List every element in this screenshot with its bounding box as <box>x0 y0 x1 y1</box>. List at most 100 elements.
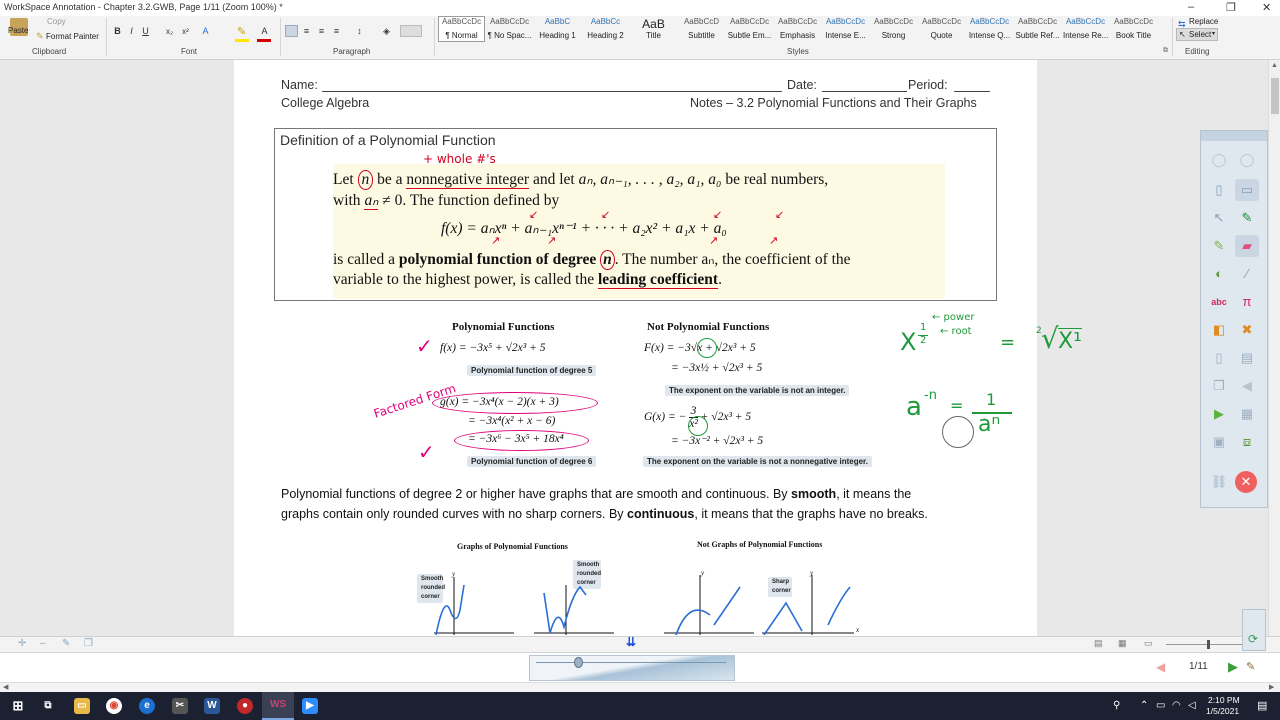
copy-page-icon[interactable]: ❐ <box>1207 375 1231 397</box>
pen-tool-icon[interactable]: ✎ <box>1235 207 1259 229</box>
page-tools-icon[interactable]: ✎ <box>1246 660 1255 673</box>
previous-page-icon[interactable]: ◀ <box>1235 375 1259 397</box>
notifications-icon[interactable]: ▤ <box>1257 699 1267 712</box>
wifi-icon[interactable]: ◠ <box>1172 700 1181 711</box>
style-subtle-reference[interactable]: AaBbCcDc Subtle Ref... <box>1014 16 1061 42</box>
page[interactable]: Name: Date: Period: College Algebra Note… <box>234 60 1082 636</box>
style-emphasis[interactable]: AaBbCcDc Emphasis <box>774 16 821 42</box>
add-page-icon[interactable]: ✛ <box>18 638 26 649</box>
redo-icon[interactable]: ◯ <box>1235 149 1259 171</box>
page-navigator-track[interactable] <box>536 662 726 663</box>
read-mode-icon[interactable]: ▤ <box>1094 638 1103 649</box>
windows-start-icon[interactable]: ⊞ <box>10 698 26 714</box>
palette-toggle[interactable]: ⟳ <box>1242 609 1266 651</box>
snipping-tool-icon[interactable]: ✂ <box>172 698 188 714</box>
word-icon[interactable]: W <box>204 698 220 714</box>
next-page-icon[interactable]: ▶ <box>1207 403 1231 425</box>
select-button[interactable]: ↖ Select ▾ <box>1176 28 1218 41</box>
document-area[interactable]: Name: Date: Period: College Algebra Note… <box>0 60 1268 636</box>
scroll-up-icon[interactable]: ▲ <box>1271 62 1278 69</box>
share-icon[interactable]: ⧈ <box>1235 431 1259 453</box>
tray-chevron-icon[interactable]: ⌃ <box>1140 700 1148 711</box>
blank-page-icon[interactable]: ▯ <box>1207 347 1231 369</box>
style-intense-reference[interactable]: AaBbCcDc Intense Re... <box>1062 16 1109 42</box>
style-strong[interactable]: AaBbCcDc Strong <box>870 16 917 42</box>
format-painter-button[interactable]: Format Painter <box>46 32 99 41</box>
styles-dialog-launcher-icon[interactable]: ⧉ <box>1163 47 1168 55</box>
zoom-slider[interactable] <box>1166 644 1242 645</box>
style-no-spacing[interactable]: AaBbCcDc ¶ No Spac... <box>486 16 533 42</box>
shading-icon[interactable]: ◈ <box>381 26 392 37</box>
person-icon[interactable]: ⚲ <box>1113 700 1120 711</box>
superscript-button[interactable]: x² <box>180 26 191 37</box>
close-button[interactable]: ✕ <box>1262 1 1271 14</box>
style-intense-quote[interactable]: AaBbCcDc Intense Q... <box>966 16 1013 42</box>
workspace-taskbar-button[interactable]: WS <box>262 692 294 720</box>
vertical-scrollbar[interactable]: ▲ <box>1268 60 1280 636</box>
line-spacing-icon[interactable]: ↕ <box>354 26 365 37</box>
page-settings-icon[interactable]: ▤ <box>1235 347 1259 369</box>
shapes-icon[interactable]: ◐ <box>1207 263 1231 285</box>
style-heading-2[interactable]: AaBbCc Heading 2 <box>582 16 629 42</box>
zoom-app-icon[interactable]: ▶ <box>302 698 318 714</box>
eraser-icon[interactable]: ▰ <box>1235 235 1259 257</box>
date-field-line[interactable] <box>822 91 907 92</box>
style-quote[interactable]: AaBbCcDc Quote <box>918 16 965 42</box>
paste-button[interactable]: Paste <box>8 26 28 35</box>
style-heading-1[interactable]: AaBbC Heading 1 <box>534 16 581 42</box>
next-page-arrow-icon[interactable]: ▶ <box>1228 659 1238 675</box>
web-layout-icon[interactable]: ▭ <box>1144 638 1153 649</box>
copy-button[interactable]: Copy <box>47 17 66 26</box>
text-tool-icon[interactable]: abc <box>1207 291 1231 313</box>
zoom-slider-thumb[interactable] <box>1207 640 1210 649</box>
name-field-line[interactable] <box>322 91 782 92</box>
horizontal-scrollbar[interactable]: ◀ ▶ <box>0 682 1280 692</box>
line-tool-icon[interactable]: ⁄ <box>1235 263 1259 285</box>
edit-page-icon[interactable]: ✎ <box>62 638 70 649</box>
scroll-left-icon[interactable]: ◀ <box>3 683 8 691</box>
text-effects-icon[interactable]: A <box>200 26 211 37</box>
subscript-button[interactable]: x₂ <box>164 26 175 37</box>
style-intense-emphasis[interactable]: AaBbCcDc Intense E... <box>822 16 869 42</box>
recorder-icon[interactable]: ● <box>237 698 253 714</box>
highlighter-icon[interactable]: ✎ <box>237 25 246 38</box>
font-color-button[interactable]: A <box>259 26 270 37</box>
file-explorer-icon[interactable]: ▭ <box>74 698 90 714</box>
justify-icon[interactable]: ≡ <box>331 26 342 37</box>
style-subtitle[interactable]: AaBbCcD Subtitle <box>678 16 725 42</box>
link-icon[interactable]: ⛓ <box>1207 471 1231 493</box>
duplicate-page-icon[interactable]: ❐ <box>84 638 93 649</box>
task-view-icon[interactable]: ⧉ <box>40 698 56 714</box>
mouse-icon[interactable]: ▯ <box>1207 179 1231 201</box>
volume-icon[interactable]: ◁ <box>1188 700 1196 711</box>
clear-annotations-icon[interactable]: ✖ <box>1235 319 1259 341</box>
chrome-icon[interactable]: ◉ <box>106 698 122 714</box>
style-book-title[interactable]: AaBbCcDc Book Title <box>1110 16 1157 42</box>
remove-page-icon[interactable]: – <box>40 638 46 649</box>
minimize-button[interactable]: – <box>1188 1 1194 13</box>
scrollbar-thumb[interactable] <box>1271 78 1279 114</box>
highlighter-icon[interactable]: ✎ <box>1207 235 1231 257</box>
scroll-right-icon[interactable]: ▶ <box>1269 683 1274 691</box>
undo-icon[interactable]: ◯ <box>1207 149 1231 171</box>
previous-page-arrow-icon[interactable]: ◀ <box>1156 660 1165 674</box>
edge-icon[interactable]: e <box>139 698 155 714</box>
style-normal[interactable]: AaBbCcDc ¶ Normal <box>438 16 485 42</box>
page-navigator-thumb[interactable] <box>574 657 583 668</box>
pointer-tool-icon[interactable]: ↖ <box>1207 207 1231 229</box>
annotation-palette[interactable]: ◯ ◯ ▯ ▭ ↖ ✎ ✎ ▰ ◐ ⁄ abc π ◧ ✖ ▯ ▤ ❐ ◀ ▶ … <box>1200 130 1268 508</box>
palette-grip[interactable] <box>1201 131 1267 141</box>
align-center-icon[interactable]: ≡ <box>301 26 312 37</box>
save-icon[interactable]: ▣ <box>1207 431 1231 453</box>
desktop-icon[interactable]: ▭ <box>1235 179 1259 201</box>
style-subtle-emphasis[interactable]: AaBbCcDc Subtle Em... <box>726 16 773 42</box>
equation-tool-icon[interactable]: π <box>1235 291 1259 313</box>
period-field-line[interactable] <box>954 91 990 92</box>
capture-tool-icon[interactable]: ◧ <box>1207 319 1231 341</box>
print-layout-icon[interactable]: ▦ <box>1118 638 1127 649</box>
style-title[interactable]: AaB Title <box>630 16 677 42</box>
clock-date[interactable]: 1/5/2021 <box>1206 706 1239 716</box>
close-palette-icon[interactable]: ✕ <box>1235 471 1257 493</box>
clock-time[interactable]: 2:10 PM <box>1208 695 1240 705</box>
italic-button[interactable]: I <box>126 26 137 37</box>
